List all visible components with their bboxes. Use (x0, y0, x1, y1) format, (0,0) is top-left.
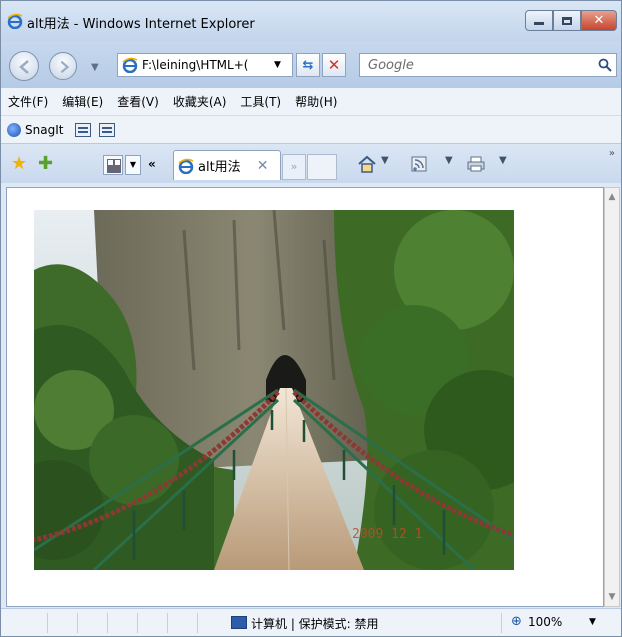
tab-label: alt用法 (198, 160, 241, 175)
tab-scroll-left[interactable]: « (148, 157, 156, 171)
status-divider (137, 613, 138, 633)
recent-pages-dropdown[interactable]: ▼ (91, 62, 99, 73)
vertical-scrollbar[interactable]: ▲ ▼ (604, 187, 620, 607)
home-dropdown-icon[interactable]: ▼ (381, 155, 389, 166)
bridge-photo: 2009 12 1 (34, 210, 514, 570)
status-divider (107, 613, 108, 633)
computer-zone-icon (231, 616, 247, 629)
snagit-icon (7, 122, 21, 137)
home-icon[interactable] (357, 154, 377, 174)
refresh-icon: ⇆ (302, 57, 314, 73)
status-divider (47, 613, 48, 633)
scroll-down-icon[interactable]: ▼ (605, 592, 619, 602)
close-button[interactable]: ✕ (581, 10, 617, 31)
snagit-toolbar: SnagIt (1, 115, 621, 143)
close-icon: ✕ (593, 13, 605, 28)
tab-ie-icon (178, 158, 194, 174)
window-controls: ✕ (525, 10, 617, 31)
print-dropdown-icon[interactable]: ▼ (499, 155, 507, 166)
tab-bar: ★ ✚ ▼ « alt用法 ✕ » ▼ ▼ ▼ » (1, 143, 621, 183)
toolbar-overflow-icon[interactable]: » (609, 148, 615, 159)
search-box[interactable]: Google (359, 53, 617, 77)
feeds-dropdown-icon[interactable]: ▼ (445, 155, 453, 166)
tab-close-icon[interactable]: ✕ (257, 158, 269, 174)
stop-icon: ✕ (327, 56, 341, 74)
maximize-icon (562, 16, 572, 25)
ie-logo-icon (7, 13, 23, 29)
tab-list-dropdown[interactable]: ▼ (125, 155, 141, 175)
capture-edit-icon[interactable] (99, 122, 116, 137)
navigation-bar: ▼ F:\leining\HTML+( ▼ ⇆ ✕ Google (1, 41, 621, 87)
minimize-button[interactable] (525, 10, 553, 31)
menu-favorites[interactable]: 收藏夹(A) (173, 93, 227, 110)
status-bar: 计算机 | 保护模式: 禁用 ⊕ 100% ▼ (1, 608, 621, 636)
photo-date-stamp: 2009 12 1 (352, 527, 422, 542)
status-divider (501, 613, 502, 633)
zoom-icon[interactable]: ⊕ (511, 614, 522, 629)
back-arrow-icon (19, 60, 29, 74)
menu-view[interactable]: 查看(V) (117, 93, 159, 110)
ie-window: alt用法 - Windows Internet Explorer ✕ ▼ F:… (0, 0, 622, 637)
forward-arrow-icon (60, 60, 70, 74)
print-icon[interactable] (467, 155, 485, 173)
title-bar: alt用法 - Windows Internet Explorer ✕ (1, 1, 621, 41)
menu-help[interactable]: 帮助(H) (295, 93, 337, 110)
minimize-icon (534, 22, 544, 25)
forward-button[interactable] (49, 52, 77, 80)
favorites-star-icon[interactable]: ★ (11, 155, 27, 173)
feeds-icon[interactable] (411, 156, 427, 172)
status-divider (77, 613, 78, 633)
capture-icon[interactable] (75, 122, 92, 137)
window-title: alt用法 - Windows Internet Explorer (27, 17, 255, 32)
menu-tools[interactable]: 工具(T) (240, 93, 281, 110)
menu-bar: 文件(F) 编辑(E) 查看(V) 收藏夹(A) 工具(T) 帮助(H) (1, 87, 621, 115)
menu-file[interactable]: 文件(F) (8, 93, 48, 110)
search-input[interactable]: Google (368, 58, 414, 73)
security-zone-text[interactable]: 计算机 | 保护模式: 禁用 (251, 615, 379, 632)
refresh-button[interactable]: ⇆ (296, 53, 320, 77)
zoom-level[interactable]: 100% (528, 615, 562, 629)
back-button[interactable] (9, 51, 39, 81)
menu-edit[interactable]: 编辑(E) (62, 93, 103, 110)
quick-tabs-button[interactable] (103, 155, 123, 175)
address-text: F:\leining\HTML+( (142, 58, 249, 72)
new-tab-button[interactable] (307, 154, 337, 180)
tab-scroll-right[interactable]: » (282, 154, 306, 180)
status-divider (167, 613, 168, 633)
bridge-photo-image: 2009 12 1 (34, 210, 514, 570)
page-ie-icon (122, 57, 138, 73)
search-icon[interactable] (598, 58, 612, 72)
tab-alt[interactable]: alt用法 ✕ (173, 150, 281, 180)
address-bar[interactable]: F:\leining\HTML+( ▼ (117, 53, 293, 77)
stop-button[interactable]: ✕ (322, 53, 346, 77)
address-dropdown-icon[interactable]: ▼ (274, 60, 281, 70)
add-favorites-icon[interactable]: ✚ (38, 155, 53, 173)
page-content: 2009 12 1 (6, 187, 604, 607)
snagit-button[interactable]: SnagIt (25, 123, 63, 137)
zoom-dropdown-icon[interactable]: ▼ (589, 617, 596, 627)
scroll-up-icon[interactable]: ▲ (605, 192, 619, 202)
status-divider (197, 613, 198, 633)
maximize-button[interactable] (553, 10, 581, 31)
